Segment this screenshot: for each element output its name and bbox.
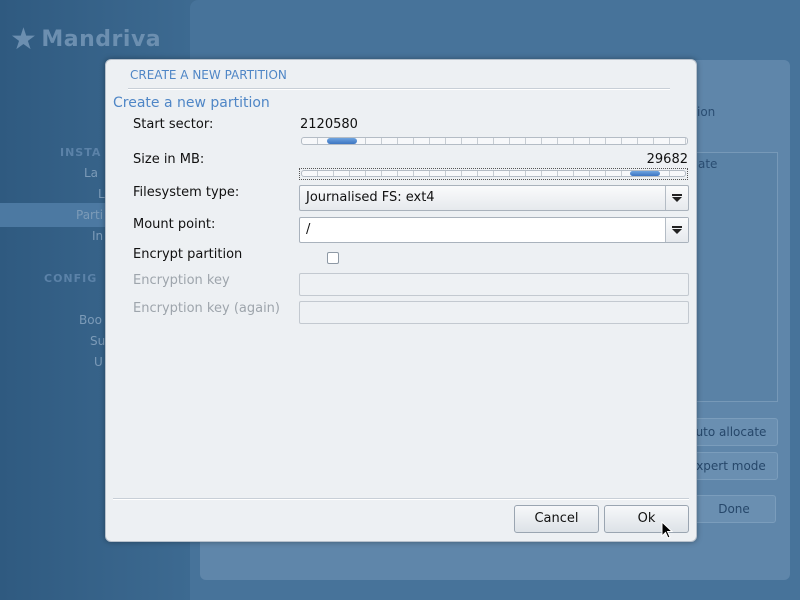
sidebar-section-installation: INSTA: [60, 146, 102, 159]
background-text: ion: [697, 105, 716, 119]
auto-allocate-button[interactable]: uto allocate: [684, 418, 778, 446]
mount-point-combo[interactable]: /: [299, 217, 689, 243]
sidebar-item[interactable]: L: [98, 187, 105, 201]
mount-point-value[interactable]: /: [306, 222, 310, 237]
encryption-key-again-label: Encryption key (again): [133, 301, 280, 316]
filesystem-type-value: Journalised FS: ext4: [306, 190, 435, 205]
sidebar-item[interactable]: Boo: [79, 313, 102, 327]
dialog-title: CREATE A NEW PARTITION: [130, 68, 287, 82]
sidebar-item[interactable]: In: [92, 229, 103, 243]
encryption-key-field[interactable]: [299, 273, 689, 296]
done-button[interactable]: Done: [692, 495, 776, 523]
start-sector-slider[interactable]: [301, 137, 688, 145]
sidebar-section-configuration: CONFIG: [44, 272, 98, 285]
sidebar-item[interactable]: Su: [90, 334, 105, 348]
dialog-subtitle: Create a new partition: [113, 95, 270, 111]
ok-button[interactable]: Ok: [604, 505, 689, 533]
mouse-pointer-icon: [661, 521, 673, 539]
table-header: ate: [698, 157, 718, 171]
size-slider[interactable]: [301, 170, 686, 177]
encryption-key-again-field[interactable]: [299, 301, 689, 324]
bottom-separator: [113, 498, 689, 500]
filesystem-type-label: Filesystem type:: [133, 185, 240, 200]
encrypt-partition-label: Encrypt partition: [133, 247, 243, 262]
title-separator: [128, 88, 670, 90]
cancel-button[interactable]: Cancel: [514, 505, 599, 533]
create-partition-dialog: CREATE A NEW PARTITION Create a new part…: [105, 59, 697, 542]
mandriva-star-icon: ★: [10, 22, 38, 57]
sidebar-item-partitioning[interactable]: Parti: [76, 208, 103, 222]
size-value: 29682: [646, 152, 688, 167]
sidebar-item[interactable]: U: [94, 355, 103, 369]
mount-point-label: Mount point:: [133, 217, 216, 232]
encryption-key-label: Encryption key: [133, 273, 230, 288]
size-slider-focus: [299, 168, 688, 180]
encrypt-partition-checkbox[interactable]: [327, 252, 339, 264]
size-slider-handle[interactable]: [630, 171, 660, 176]
start-sector-value: 2120580: [300, 117, 358, 132]
start-sector-slider-handle[interactable]: [327, 138, 357, 144]
dropdown-arrow-icon[interactable]: [665, 218, 688, 242]
dropdown-arrow-icon[interactable]: [665, 186, 688, 210]
sidebar-item[interactable]: La: [84, 166, 98, 180]
mandriva-logo: ★ Mandriva: [10, 22, 162, 57]
filesystem-type-select[interactable]: Journalised FS: ext4: [299, 185, 689, 211]
start-sector-label: Start sector:: [133, 117, 214, 132]
size-label: Size in MB:: [133, 152, 205, 167]
expert-mode-button[interactable]: xpert mode: [684, 452, 778, 480]
partition-table-background: ate: [690, 152, 778, 402]
